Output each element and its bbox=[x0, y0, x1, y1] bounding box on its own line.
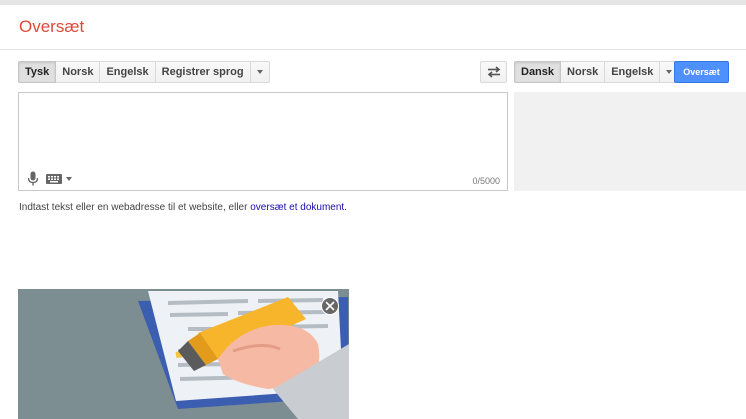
char-count: 0/5000 bbox=[472, 176, 500, 186]
microphone-icon[interactable] bbox=[27, 171, 39, 187]
hint-suffix: . bbox=[344, 202, 347, 213]
source-text-input[interactable] bbox=[19, 93, 507, 163]
promo-illustration bbox=[18, 289, 349, 419]
target-language-bar: Dansk Norsk Engelsk bbox=[514, 61, 680, 83]
page-header: Oversæt bbox=[0, 5, 746, 50]
book-highlighter-illustration bbox=[138, 291, 349, 419]
translate-button[interactable]: Oversæt bbox=[674, 61, 729, 83]
source-lang-dropdown[interactable] bbox=[250, 61, 270, 83]
target-lang-engelsk[interactable]: Engelsk bbox=[605, 61, 661, 83]
source-lang-tysk[interactable]: Tysk bbox=[18, 61, 57, 83]
close-icon bbox=[325, 301, 335, 311]
source-lang-norsk[interactable]: Norsk bbox=[56, 61, 101, 83]
swap-languages-button[interactable] bbox=[480, 61, 507, 83]
translate-document-link[interactable]: oversæt et dokument bbox=[250, 202, 344, 213]
chevron-down-icon bbox=[256, 70, 263, 74]
source-text-box: 0/5000 bbox=[18, 92, 508, 191]
target-lang-dansk[interactable]: Dansk bbox=[514, 61, 562, 83]
hint-text: Indtast tekst eller en webadresse til et… bbox=[19, 202, 251, 213]
keyboard-icon[interactable] bbox=[46, 174, 62, 184]
source-lang-detect[interactable]: Registrer sprog bbox=[155, 61, 251, 83]
input-hint: Indtast tekst eller en webadresse til et… bbox=[19, 202, 347, 213]
page-title: Oversæt bbox=[19, 17, 85, 36]
source-language-bar: Tysk Norsk Engelsk Registrer sprog bbox=[18, 61, 270, 83]
promo-close-button[interactable] bbox=[321, 297, 339, 315]
source-lang-engelsk[interactable]: Engelsk bbox=[100, 61, 156, 83]
chevron-down-icon bbox=[666, 70, 673, 74]
keyboard-dropdown-icon[interactable] bbox=[66, 177, 72, 181]
swap-languages-icon bbox=[487, 66, 500, 78]
translation-output-box bbox=[514, 92, 746, 191]
target-lang-norsk[interactable]: Norsk bbox=[561, 61, 606, 83]
